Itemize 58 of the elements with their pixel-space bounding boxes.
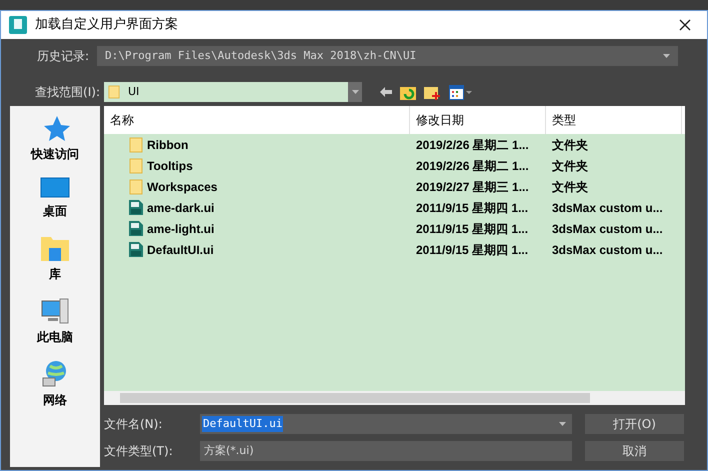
field-label: 历史记录: — [36, 48, 90, 65]
dropdown-caret-icon — [663, 54, 670, 58]
sidebar-item[interactable]: 库 — [49, 265, 61, 283]
column-header[interactable]: 修改日期 — [410, 106, 546, 134]
column-header[interactable]: 类型 — [546, 106, 682, 134]
table-cell-text: 文件夹 — [551, 158, 589, 174]
table-cell-text: 文件夹 — [551, 178, 589, 196]
app-logo-icon — [9, 16, 27, 34]
dropdown-caret-icon — [352, 90, 358, 94]
folder-icon — [129, 178, 143, 194]
table-cell-text: 3dsMax custom u... — [551, 220, 664, 238]
table-cell-text: 2019/2/26 星期二 1... — [415, 136, 530, 154]
file-icon — [128, 220, 144, 237]
look-in-dropdown[interactable]: UI — [104, 82, 362, 102]
file-name[interactable]: Ribbon — [147, 136, 188, 154]
file-icon — [128, 199, 144, 216]
file-name[interactable]: DefaultUI.ui — [147, 240, 214, 258]
table-cell-text: 2011/9/15 星期四 1... — [415, 220, 530, 238]
field-label: 文件类型(T): — [104, 443, 174, 460]
folder-icon — [108, 85, 120, 99]
sidebar-item[interactable]: 快速访问 — [31, 145, 79, 163]
table-cell-text: 文件夹 — [551, 136, 589, 154]
file-icon — [128, 241, 144, 258]
folder-icon — [129, 136, 143, 152]
table-cell-text: 2011/9/15 星期四 1... — [415, 242, 530, 258]
sidebar-item[interactable]: 此电脑 — [37, 328, 73, 346]
horizontal-scrollbar[interactable] — [104, 391, 685, 405]
file-name[interactable]: ame-light.ui — [147, 220, 214, 238]
monitor-icon — [40, 177, 70, 199]
folder-icon — [129, 158, 143, 174]
column-header[interactable]: 名称 — [104, 106, 410, 134]
file-name[interactable]: Workspaces — [147, 178, 218, 196]
new-folder-icon[interactable] — [424, 84, 441, 100]
view-menu-icon[interactable] — [449, 84, 473, 100]
close-icon[interactable] — [679, 19, 691, 31]
sidebar-item[interactable]: 网络 — [43, 391, 67, 409]
table-cell-text: 2019/2/27 星期三 1... — [415, 178, 530, 196]
computer-icon — [40, 297, 70, 325]
field-label: 查找范围(I): — [34, 84, 101, 101]
folder-icon — [40, 234, 70, 262]
table-cell-text: 2011/9/15 星期四 1... — [415, 200, 530, 216]
sidebar-item[interactable]: 桌面 — [43, 202, 67, 220]
file-type-dropdown[interactable]: 方案(*.ui) — [200, 441, 572, 461]
cancel-button[interactable]: 取消 — [585, 441, 684, 461]
open-button[interactable]: 打开(O) — [585, 414, 684, 434]
table-cell-text: 3dsMax custom u... — [551, 200, 664, 216]
dropdown-button[interactable] — [348, 82, 362, 102]
history-dropdown[interactable]: D:\Program Files\Autodesk\3ds Max 2018\zh-CN\UI — [97, 46, 678, 66]
file-name-field[interactable]: DefaultUI.ui — [200, 414, 572, 434]
refresh-folder-icon[interactable] — [400, 84, 416, 100]
field-label: 文件名(N): — [104, 416, 164, 433]
back-arrow-icon[interactable] — [380, 87, 392, 97]
file-name[interactable]: ame-dark.ui — [147, 198, 214, 216]
dropdown-caret-icon — [559, 422, 566, 426]
window-title: 加载自定义用户界面方案 — [35, 16, 178, 34]
file-name[interactable]: Tooltips — [147, 156, 193, 174]
table-cell-text: 3dsMax custom u... — [551, 242, 664, 258]
table-cell-text: 2019/2/26 星期二 1... — [415, 158, 530, 174]
